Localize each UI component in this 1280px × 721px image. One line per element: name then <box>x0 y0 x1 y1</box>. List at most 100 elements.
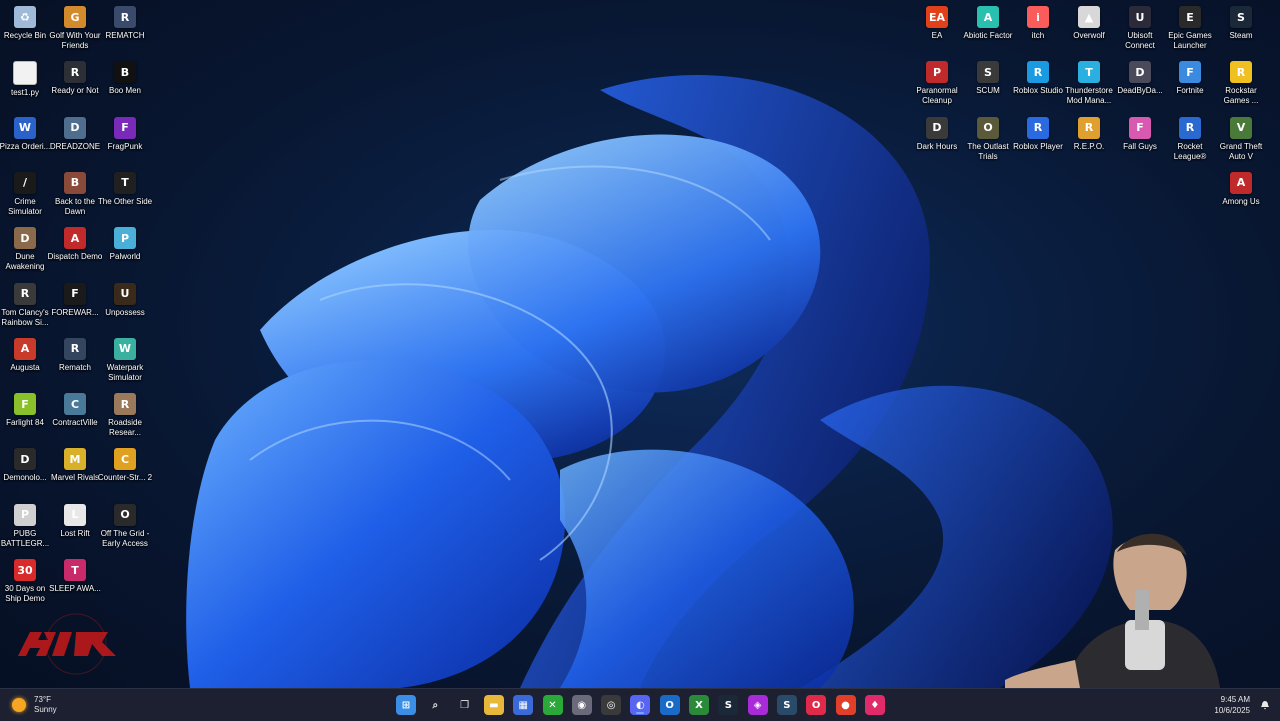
desktop-shortcut-label: Marvel Rivals <box>50 473 99 483</box>
desktop-shortcut[interactable]: R Rematch <box>47 334 103 390</box>
desktop-shortcut-label: Waterpark Simulator <box>106 362 144 382</box>
discord-button[interactable]: ◐ <box>630 695 651 715</box>
rematch-icon: R <box>114 6 136 28</box>
desktop-shortcut-label: Off The Grid - Early Access <box>100 528 150 548</box>
desktop-shortcut[interactable]: O Off The Grid - Early Access <box>97 500 153 556</box>
forewarned-icon: F <box>64 282 86 305</box>
desktop-shortcut[interactable]: S SCUM <box>960 57 1016 113</box>
steam-button-2[interactable]: S <box>776 695 797 715</box>
outlook-icon: O <box>665 699 674 711</box>
desktop-shortcut[interactable]: R R.E.P.O. <box>1061 113 1117 169</box>
desktop-shortcut[interactable]: T Thunderstore Mod Mana... <box>1061 57 1117 113</box>
desktop-shortcut[interactable]: C ContractVille <box>47 389 103 445</box>
desktop-shortcut[interactable]: EA EA <box>909 2 965 58</box>
desktop-shortcut[interactable]: A Among Us <box>1213 168 1269 224</box>
search-button[interactable]: ⌕ <box>425 695 445 715</box>
desktop-shortcut[interactable]: F FOREWAR... <box>47 279 103 335</box>
desktop-shortcut[interactable]: V Grand Theft Auto V <box>1213 113 1269 169</box>
desktop-shortcut-label: Farlight 84 <box>6 418 44 428</box>
maps-pin-button[interactable]: ♦ <box>864 695 885 715</box>
desktop-shortcut[interactable]: L Lost Rift <box>47 500 103 556</box>
desktop-shortcut[interactable]: F Fall Guys <box>1112 113 1168 169</box>
desktop-shortcut-label: Ready or Not <box>51 86 99 96</box>
outlook-button[interactable]: O <box>659 695 680 715</box>
desktop-shortcut-label: SLEEP AWA... <box>49 584 101 593</box>
taskbar: 73°F Sunny ⊞ ⌕ ❐ ▬ ▦ ✕ ◉ ◎ ◐ O X S ◈ S O ● ♦ 9:45 AM 10/… <box>0 688 1280 721</box>
desktop-shortcut[interactable]: D Dark Hours <box>909 113 965 169</box>
desktop-shortcut[interactable]: G Golf With Your Friends <box>47 2 103 58</box>
start-button[interactable]: ⊞ <box>396 695 416 715</box>
steam-button[interactable]: S <box>718 695 739 715</box>
desktop-shortcut[interactable]: S Steam <box>1213 2 1269 58</box>
desktop-shortcut[interactable]: / Crime Simulator <box>0 168 53 224</box>
desktop-shortcut[interactable]: T The Other Side <box>97 168 153 224</box>
desktop-shortcut-label: FOREWAR... <box>51 307 99 317</box>
contractville-icon: C <box>64 393 86 416</box>
desktop-shortcut[interactable]: R Roadside Resear... <box>97 389 153 445</box>
desktop-shortcut[interactable]: F FragPunk <box>97 113 153 169</box>
farlight-icon: F <box>14 393 36 416</box>
desktop-shortcut[interactable]: R Rockstar Games ... <box>1213 57 1269 113</box>
microsoft-store-button[interactable]: ▦ <box>513 695 534 715</box>
desktop-shortcut-label: The Outlast Trials <box>967 141 1009 161</box>
desktop-shortcut[interactable]: P Paranormal Cleanup <box>909 57 965 113</box>
desktop-shortcut[interactable]: P PUBG BATTLEGR... <box>0 500 53 556</box>
desktop-shortcut[interactable]: F Farlight 84 <box>0 389 53 445</box>
file-explorer-button[interactable]: ▬ <box>483 695 504 715</box>
desktop-shortcut-label: Pizza Orderi... <box>0 141 51 151</box>
desktop-shortcut[interactable]: T SLEEP AWA... <box>47 555 103 611</box>
off-the-grid-icon: O <box>114 503 136 526</box>
desktop-shortcut[interactable]: U Unpossess <box>97 279 153 335</box>
desktop-shortcut[interactable]: R Tom Clancy's Rainbow Si... <box>0 279 53 335</box>
desktop-shortcut[interactable]: W Pizza Orderi... <box>0 113 53 169</box>
desktop-shortcut[interactable]: ♻ Recycle Bin <box>0 2 53 58</box>
opera-gx-button[interactable]: O <box>806 695 827 715</box>
desktop-shortcut[interactable]: W Waterpark Simulator <box>97 334 153 390</box>
desktop-shortcut-label: Rematch <box>58 362 91 372</box>
desktop-shortcut[interactable]: M Marvel Rivals <box>47 444 103 500</box>
chrome-button[interactable]: ● <box>835 695 856 715</box>
desktop-shortcut[interactable]: D Dune Awakening <box>0 223 53 279</box>
desktop-shortcut[interactable]: ▲ Overwolf <box>1061 2 1117 58</box>
notification-bell-icon[interactable] <box>1260 700 1270 710</box>
desktop-shortcut[interactable]: F Fortnite <box>1162 57 1218 113</box>
desktop-shortcut[interactable]: R Rocket League® <box>1162 113 1218 169</box>
stream-overlay-logo <box>18 613 116 675</box>
desktop-shortcut[interactable]: 30 30 Days on Ship Demo <box>0 555 53 611</box>
system-clock[interactable]: 9:45 AM 10/6/2025 <box>1214 694 1250 716</box>
desktop-shortcut[interactable]: U Ubisoft Connect <box>1112 2 1168 58</box>
desktop-shortcut[interactable]: A Dispatch Demo <box>47 223 103 279</box>
weather-condition: Sunny <box>34 705 57 714</box>
desktop-shortcut[interactable]: R Roblox Studio <box>1010 57 1066 113</box>
desktop-shortcut[interactable]: B Boo Men <box>97 57 153 113</box>
desktop-shortcut-label: The Other Side <box>97 196 153 206</box>
xbox-app-button[interactable]: ✕ <box>542 695 563 715</box>
desktop-shortcut[interactable]: R REMATCH <box>97 2 153 58</box>
obs-button[interactable]: ◎ <box>601 695 622 715</box>
desktop-shortcut[interactable]: R Ready or Not <box>47 57 103 113</box>
desktop-shortcut[interactable]: D DREADZONE <box>47 113 103 169</box>
dead-by-daylight-icon: D <box>1129 61 1151 84</box>
task-view-button[interactable]: ❐ <box>455 695 475 715</box>
desktop-shortcut[interactable]: i itch <box>1010 2 1066 58</box>
active-app-indicator <box>636 712 645 714</box>
desktop-shortcut[interactable]: C Counter-Str... 2 <box>97 444 153 500</box>
desktop-shortcut[interactable]: E Epic Games Launcher <box>1162 2 1218 58</box>
taskbar-app-button[interactable]: ◉ <box>571 695 592 715</box>
xbox-button[interactable]: X <box>689 695 709 715</box>
desktop-shortcut[interactable]: B Back to the Dawn <box>47 168 103 224</box>
clock-date: 10/6/2025 <box>1214 706 1250 715</box>
desktop-shortcut-label: Fall Guys <box>1123 141 1157 151</box>
desktop-shortcut[interactable]: D DeadByDa... <box>1112 57 1168 113</box>
clock-time: 9:45 AM <box>1220 695 1250 704</box>
weather-widget[interactable]: 73°F Sunny <box>12 695 57 715</box>
sun-icon <box>12 698 26 712</box>
desktop-shortcut[interactable]: O The Outlast Trials <box>960 113 1016 169</box>
streaming-app-button[interactable]: ◈ <box>747 695 768 715</box>
desktop-shortcut[interactable]: test1.py <box>0 57 53 113</box>
desktop-shortcut[interactable]: P Palworld <box>97 223 153 279</box>
desktop-shortcut[interactable]: D Demonolo... <box>0 444 53 500</box>
desktop-shortcut[interactable]: A Abiotic Factor <box>960 2 1016 58</box>
desktop-shortcut[interactable]: A Augusta <box>0 334 53 390</box>
desktop-shortcut[interactable]: R Roblox Player <box>1010 113 1066 169</box>
